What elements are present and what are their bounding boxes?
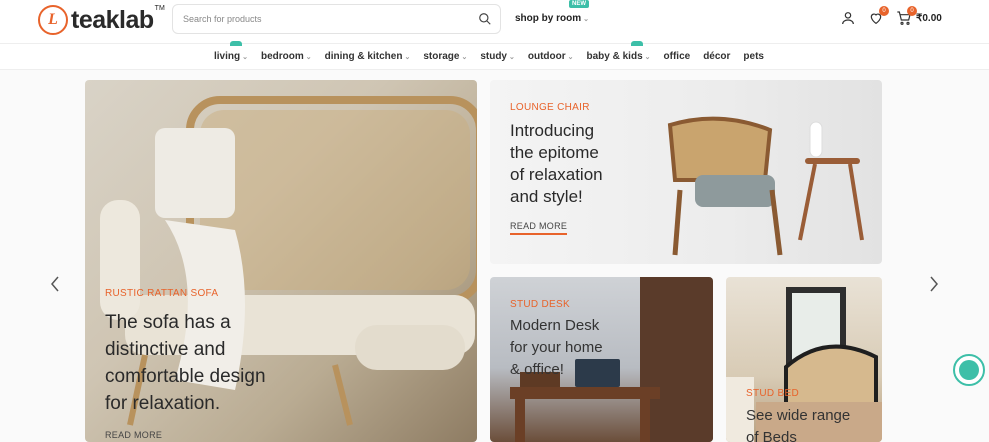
nav-item-study[interactable]: study ⌄ (480, 51, 515, 62)
nav-item-label: storage (423, 51, 460, 62)
cart-total[interactable]: ₹0.00 (916, 13, 942, 24)
nav-item-storage[interactable]: storage ⌄ (423, 51, 467, 62)
read-more-link[interactable]: READ MORE (105, 430, 162, 442)
banner-study-desk[interactable]: STUD DESK Modern Desk for your home & of… (490, 277, 713, 442)
nav-new-badge (230, 41, 242, 46)
logo-trademark: TM (154, 4, 165, 12)
chevron-down-icon: ⌄ (242, 53, 248, 61)
banner-category: STUD DESK (510, 299, 570, 310)
banner-title: The sofa has a distinctive and comfortab… (105, 312, 266, 414)
logo-mark-icon: L (38, 5, 68, 35)
logo-wordmark: teaklab (71, 5, 154, 34)
search-input[interactable] (183, 14, 463, 24)
chevron-down-icon: ⌄ (583, 15, 589, 23)
wishlist-icon[interactable]: 0 (868, 6, 889, 26)
chevron-down-icon: ⌄ (567, 53, 574, 61)
banner-category: LOUNGE CHAIR (510, 102, 590, 113)
nav-item-baby-kids[interactable]: baby & kids ⌄ (586, 41, 651, 62)
chevron-down-icon: ⌄ (404, 53, 411, 61)
chevron-down-icon: ⌄ (305, 53, 312, 61)
nav-item-decor[interactable]: décor (703, 51, 730, 62)
brand-logo[interactable]: L teaklab TM (38, 5, 165, 35)
chevron-down-icon: ⌄ (644, 53, 651, 61)
banner-title: Introducing the epitome of relaxation an… (510, 121, 603, 206)
main-navigation: living ⌄ bedroom ⌄ dining & kitchen ⌄ stora… (0, 41, 989, 70)
nav-item-label: living (214, 51, 241, 62)
nav-item-label: outdoor (527, 51, 566, 62)
nav-item-office[interactable]: office (664, 51, 691, 62)
search-icon[interactable] (478, 12, 492, 26)
nav-new-badge (630, 41, 643, 46)
nav-item-label: office (663, 51, 691, 62)
nav-item-label: baby & kids (586, 51, 643, 62)
banner-lounge-chair[interactable]: LOUNGE CHAIR Introducing the epitome of … (490, 80, 882, 264)
shop-by-room-menu[interactable]: shop by room ⌄ (515, 13, 589, 24)
header-actions: 0 0 ₹0.00 (840, 6, 942, 26)
chevron-down-icon: ⌄ (461, 53, 468, 61)
banner-rattan-sofa[interactable]: RUSTIC RATTAN SOFA The sofa has a distin… (85, 80, 477, 442)
nav-item-bedroom[interactable]: bedroom ⌄ (261, 51, 312, 62)
cart-count-badge: 0 (907, 6, 917, 16)
chat-widget-button[interactable] (953, 354, 985, 386)
nav-item-label: dining & kitchen (324, 51, 403, 62)
shop-by-room-label: shop by room (515, 13, 582, 24)
prev-slide-arrow-icon[interactable] (47, 274, 63, 294)
nav-item-label: study (480, 51, 507, 62)
nav-item-pets[interactable]: pets (743, 51, 764, 62)
nav-list: living ⌄ bedroom ⌄ dining & kitchen ⌄ stora… (214, 41, 777, 62)
nav-item-label: pets (743, 51, 764, 62)
banner-title: Modern Desk for your home & office! (510, 317, 603, 378)
read-more-link[interactable]: READ MORE (510, 221, 568, 235)
banner-title: See wide range of Beds (746, 407, 851, 442)
site-header: L teaklab TM shop by room ⌄ NEW 0 0 ₹0.0… (0, 0, 989, 44)
cart-icon[interactable]: 0 (896, 6, 917, 26)
chevron-down-icon: ⌄ (508, 53, 515, 61)
nav-item-living[interactable]: living ⌄ (214, 41, 248, 62)
banner-category: STUD BED (746, 388, 799, 399)
nav-item-outdoor[interactable]: outdoor ⌄ (528, 51, 574, 62)
banner-category: RUSTIC RATTAN SOFA (105, 288, 219, 299)
nav-item-label: décor (703, 51, 731, 62)
nav-item-label: bedroom (261, 51, 304, 62)
hero-content: RUSTIC RATTAN SOFA The sofa has a distin… (0, 70, 989, 442)
new-badge: NEW (569, 0, 589, 8)
next-slide-arrow-icon[interactable] (926, 274, 942, 294)
search-bar[interactable] (172, 4, 501, 34)
nav-item-dining-kitchen[interactable]: dining & kitchen ⌄ (325, 51, 411, 62)
chat-bubble-icon (959, 360, 979, 380)
account-icon[interactable] (840, 10, 856, 26)
banner-bed[interactable]: STUD BED See wide range of Beds (726, 277, 882, 442)
wishlist-count-badge: 0 (879, 6, 889, 16)
